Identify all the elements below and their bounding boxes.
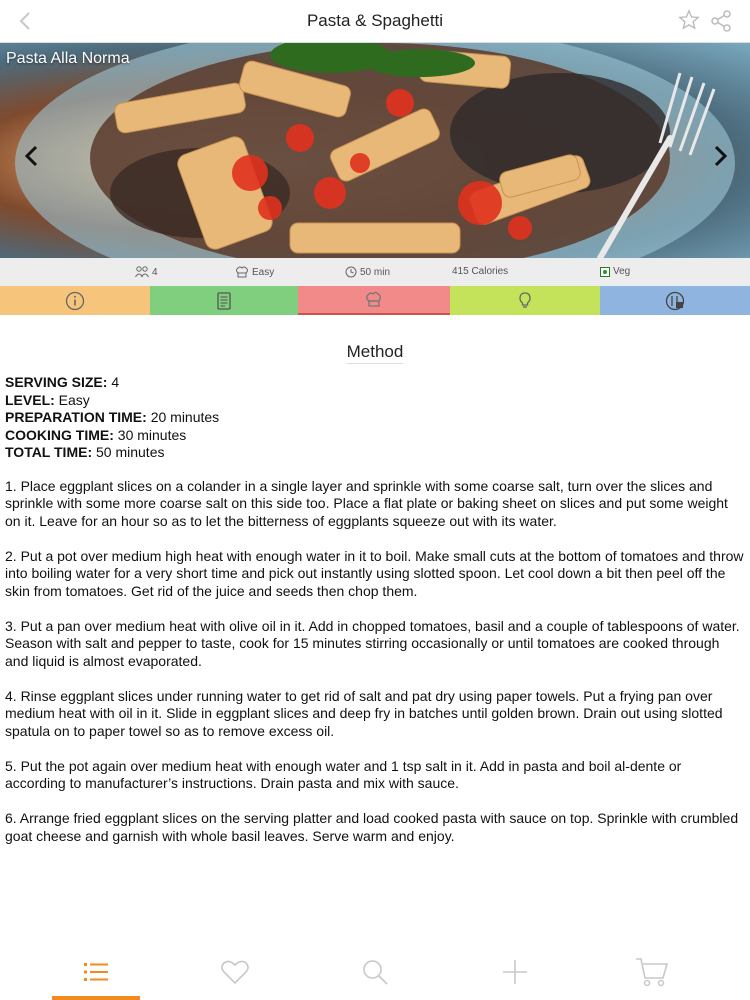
- plus-icon: [503, 960, 527, 984]
- chevron-left-icon: [24, 145, 38, 167]
- chef-hat-icon: [366, 291, 381, 307]
- fact-total-time: TOTAL TIME: 50 minutes: [5, 444, 745, 462]
- method-step: 1. Place eggplant slices on a colander i…: [5, 477, 728, 529]
- fact-value: Easy: [54, 391, 90, 408]
- nutrition-icon: [665, 291, 685, 310]
- recipe-facts: SERVING SIZE: 4 LEVEL: Easy PREPARATION …: [5, 374, 745, 462]
- method-step: 3. Put a pan over medium heat with olive…: [5, 617, 740, 669]
- fact-label: PREPARATION TIME:: [5, 409, 147, 425]
- nav-favorites[interactable]: [215, 954, 255, 990]
- favorite-button[interactable]: [678, 9, 700, 31]
- fact-level: LEVEL: Easy: [5, 392, 745, 410]
- method-step: 6. Arrange fried eggplant slices on the …: [5, 810, 739, 844]
- share-icon: [711, 10, 731, 32]
- bottom-nav: [0, 944, 750, 1000]
- method-step: 2. Put a pot over medium high heat with …: [5, 547, 744, 599]
- star-icon: [678, 9, 700, 30]
- diet-info: Veg: [600, 266, 630, 277]
- fact-serving-size: SERVING SIZE: 4: [5, 374, 745, 392]
- clock-icon: [345, 266, 357, 278]
- chevron-right-icon: [714, 145, 728, 167]
- ingredients-list-icon: [217, 291, 231, 310]
- fact-label: LEVEL:: [5, 391, 55, 408]
- nav-search[interactable]: [355, 954, 395, 990]
- info-icon: [65, 291, 85, 310]
- chef-hat-icon: [236, 266, 248, 278]
- tab-ingredients[interactable]: [150, 286, 298, 315]
- lightbulb-icon: [519, 291, 531, 308]
- recipe-name: Pasta Alla Norma: [6, 50, 130, 67]
- fact-value: 20 minutes: [146, 409, 220, 425]
- tab-tips[interactable]: [450, 286, 600, 315]
- heart-icon: [221, 960, 249, 985]
- method-heading: Method: [5, 342, 745, 364]
- calories-value: 415 Calories: [452, 266, 509, 277]
- previous-recipe-button[interactable]: [22, 141, 42, 171]
- fact-label: SERVING SIZE:: [5, 374, 108, 390]
- people-icon: [135, 266, 149, 278]
- fact-value: 50 minutes: [92, 444, 165, 460]
- top-bar: Pasta & Spaghetti: [0, 0, 750, 43]
- active-tab-indicator: [52, 996, 140, 1000]
- fact-value: 30 minutes: [113, 426, 187, 443]
- nav-recipes-list[interactable]: [76, 954, 116, 990]
- method-steps: 1. Place eggplant slices on a colander i…: [5, 478, 745, 846]
- level-value: Easy: [252, 266, 275, 278]
- method-step: 5. Put the pot again over medium heat wi…: [5, 757, 682, 792]
- method-title: Method: [346, 342, 404, 364]
- tab-method[interactable]: [298, 286, 450, 315]
- nav-shopping-cart[interactable]: [632, 954, 672, 990]
- calories-info: 415 Calories: [452, 266, 508, 277]
- time-info: 50 min: [345, 266, 390, 278]
- fact-preparation-time: PREPARATION TIME: 20 minutes: [5, 409, 745, 427]
- method-content: Method SERVING SIZE: 4 LEVEL: Easy PREPA…: [5, 316, 745, 863]
- share-button[interactable]: [709, 9, 733, 33]
- recipe-photo[interactable]: Pasta Alla Norma: [0, 43, 750, 258]
- pasta-dish-illustration: [15, 43, 735, 258]
- method-step: 4. Rinse eggplant slices under running w…: [5, 687, 723, 739]
- level-info: Easy: [235, 266, 274, 278]
- tab-info[interactable]: [0, 286, 150, 315]
- next-recipe-button[interactable]: [710, 141, 730, 171]
- recipe-info-strip: 4 Easy 50 min 415 Calories Veg: [0, 258, 750, 286]
- fact-value: 4: [107, 374, 120, 390]
- page-title: Pasta & Spaghetti: [306, 11, 444, 30]
- nav-add[interactable]: [495, 954, 535, 990]
- serves-value: 4: [152, 266, 158, 278]
- fact-label: COOKING TIME:: [5, 426, 114, 443]
- search-icon: [363, 960, 388, 985]
- cart-icon: [636, 958, 669, 987]
- diet-value: Veg: [613, 266, 631, 277]
- veg-icon: [600, 266, 610, 277]
- time-value: 50 min: [360, 266, 391, 278]
- serves-info: 4: [135, 266, 158, 278]
- tab-nutrition[interactable]: [600, 286, 750, 315]
- fact-cooking-time: COOKING TIME: 30 minutes: [5, 427, 745, 445]
- section-tabs: [0, 286, 750, 315]
- fact-label: TOTAL TIME:: [5, 444, 93, 460]
- list-icon: [84, 963, 108, 981]
